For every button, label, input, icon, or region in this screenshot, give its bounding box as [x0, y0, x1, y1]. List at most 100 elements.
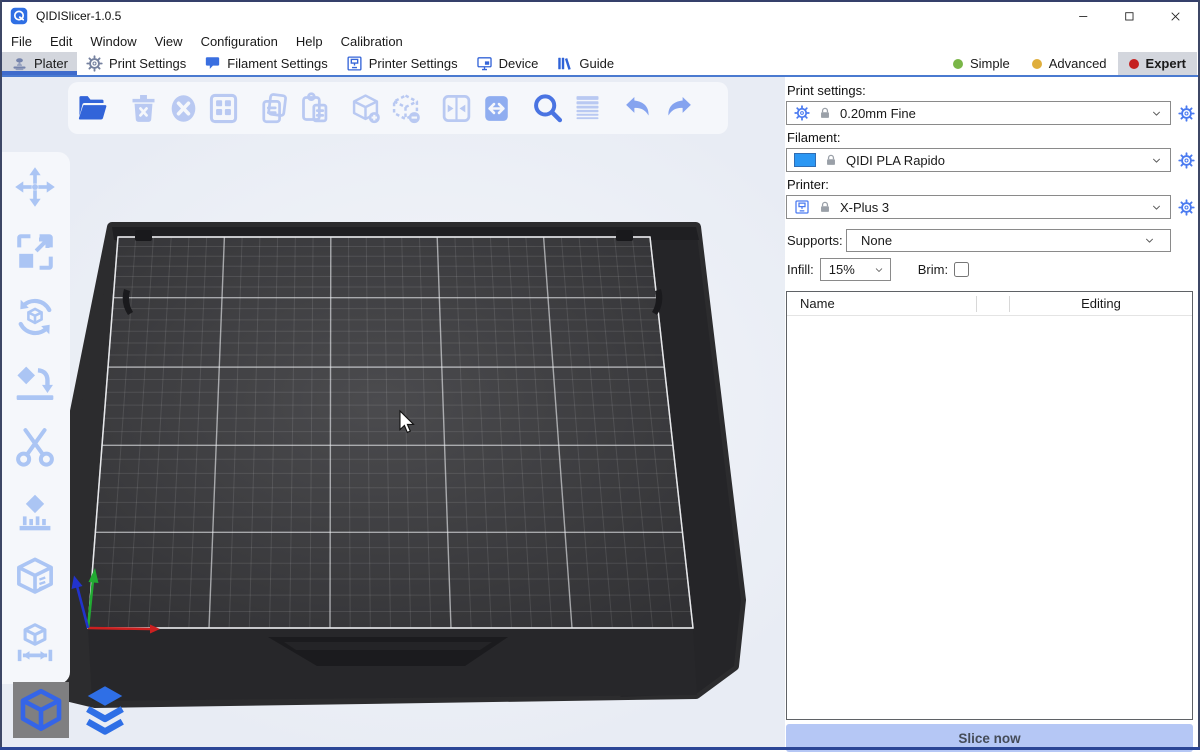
paint-supports-tool-button[interactable] — [12, 489, 58, 535]
3d-editor-view-button[interactable] — [13, 682, 69, 738]
title-bar[interactable]: QIDISlicer-1.0.5 — [2, 2, 1198, 30]
printer-value: X-Plus 3 — [840, 200, 889, 215]
tab-label: Printer Settings — [369, 56, 458, 71]
window-title: QIDISlicer-1.0.5 — [36, 9, 121, 23]
filament-gear-button[interactable] — [1178, 152, 1195, 169]
chevron-down-icon — [1150, 201, 1163, 214]
infill-select[interactable]: 15% — [820, 258, 891, 281]
remove-instance-button[interactable] — [385, 86, 425, 130]
split-parts-button[interactable] — [476, 86, 516, 130]
menu-item-configuration[interactable]: Configuration — [192, 30, 287, 52]
print-settings-label: Print settings: — [787, 83, 1195, 98]
slice-now-button[interactable]: Slice now — [786, 724, 1193, 752]
tab-printer-settings[interactable]: Printer Settings — [337, 52, 467, 75]
lock-icon — [824, 153, 838, 167]
menu-item-window[interactable]: Window — [81, 30, 145, 52]
minimize-icon[interactable] — [1060, 2, 1106, 30]
objects-table-header: Name Editing — [787, 292, 1192, 316]
filament-color-swatch — [794, 153, 816, 167]
tab-label: Filament Settings — [227, 56, 327, 71]
paste-button[interactable] — [294, 86, 334, 130]
printer-label: Printer: — [787, 177, 1195, 192]
plater-toolbar — [68, 82, 728, 134]
chevron-down-icon — [873, 264, 885, 276]
copy-button[interactable] — [254, 86, 294, 130]
filament-label: Filament: — [787, 130, 1195, 145]
column-header-editing: Editing — [1009, 296, 1192, 312]
print-settings-value: 0.20mm Fine — [840, 106, 916, 121]
tab-device[interactable]: Device — [467, 52, 548, 75]
redo-button[interactable] — [658, 86, 698, 130]
simple-mode-dot-icon — [953, 59, 963, 69]
settings-panel: Print settings: 0.20mm Fine Filament: QI… — [785, 77, 1198, 750]
guide-icon — [556, 55, 573, 72]
tab-label: Plater — [34, 56, 68, 71]
delete-button[interactable] — [123, 86, 163, 130]
chevron-down-icon — [1150, 154, 1163, 167]
mode-simple[interactable]: Simple — [942, 52, 1021, 75]
open-button[interactable] — [72, 86, 112, 130]
mode-label: Advanced — [1049, 56, 1107, 71]
brim-checkbox[interactable] — [954, 262, 969, 277]
filament-icon — [204, 55, 221, 72]
measure-tool-button[interactable] — [12, 619, 58, 665]
mode-expert[interactable]: Expert — [1118, 52, 1197, 75]
seam-tool-button[interactable] — [12, 554, 58, 600]
mode-switcher: Simple Advanced Expert — [942, 52, 1198, 75]
supports-select[interactable]: None — [846, 229, 1171, 252]
printer-icon — [794, 199, 810, 215]
menu-item-edit[interactable]: Edit — [41, 30, 81, 52]
printer-select[interactable]: X-Plus 3 — [786, 195, 1171, 219]
tab-plater[interactable]: Plater — [2, 52, 77, 75]
tabbar-accent-line — [0, 75, 1200, 77]
supports-label: Supports: — [787, 233, 846, 248]
tab-guide[interactable]: Guide — [547, 52, 623, 75]
device-icon — [476, 55, 493, 72]
filament-select[interactable]: QIDI PLA Rapido — [786, 148, 1171, 172]
infill-value: 15% — [829, 262, 855, 277]
preview-view-button[interactable] — [74, 679, 136, 741]
cut-tool-button[interactable] — [12, 424, 58, 470]
column-header-name: Name — [787, 296, 976, 311]
printer-gear-button[interactable] — [1178, 199, 1195, 216]
scale-tool-button[interactable] — [12, 229, 58, 275]
menu-bar: File Edit Window View Configuration Help… — [2, 30, 1198, 52]
column-header-extruder — [976, 296, 1009, 312]
object-tools — [0, 152, 70, 684]
chevron-down-icon — [1150, 107, 1163, 120]
print-bed[interactable] — [0, 77, 785, 750]
arrange-button[interactable] — [203, 86, 243, 130]
delete-all-button[interactable] — [163, 86, 203, 130]
viewport-3d[interactable] — [0, 77, 785, 750]
filament-value: QIDI PLA Rapido — [846, 153, 945, 168]
variable-layer-height-button[interactable] — [567, 86, 607, 130]
rotate-tool-button[interactable] — [12, 294, 58, 340]
gear-icon — [794, 105, 810, 121]
search-button[interactable] — [527, 86, 567, 130]
tab-filament-settings[interactable]: Filament Settings — [195, 52, 336, 75]
supports-value: None — [861, 233, 892, 248]
menu-item-calibration[interactable]: Calibration — [332, 30, 412, 52]
lock-icon — [818, 200, 832, 214]
maximize-icon[interactable] — [1106, 2, 1152, 30]
print-settings-gear-button[interactable] — [1178, 105, 1195, 122]
move-tool-button[interactable] — [12, 164, 58, 210]
place-on-face-tool-button[interactable] — [12, 359, 58, 405]
brim-label: Brim: — [918, 262, 948, 277]
tab-print-settings[interactable]: Print Settings — [77, 52, 195, 75]
objects-table: Name Editing — [786, 291, 1193, 720]
mode-advanced[interactable]: Advanced — [1021, 52, 1118, 75]
split-objects-button[interactable] — [436, 86, 476, 130]
chevron-down-icon — [1143, 234, 1156, 247]
mode-label: Expert — [1146, 56, 1186, 71]
tab-label: Print Settings — [109, 56, 186, 71]
menu-item-view[interactable]: View — [146, 30, 192, 52]
tab-label: Guide — [579, 56, 614, 71]
close-icon[interactable] — [1152, 2, 1198, 30]
add-instance-button[interactable] — [345, 86, 385, 130]
undo-button[interactable] — [618, 86, 658, 130]
menu-item-file[interactable]: File — [2, 30, 41, 52]
app-logo-icon — [10, 7, 28, 25]
print-settings-select[interactable]: 0.20mm Fine — [786, 101, 1171, 125]
menu-item-help[interactable]: Help — [287, 30, 332, 52]
